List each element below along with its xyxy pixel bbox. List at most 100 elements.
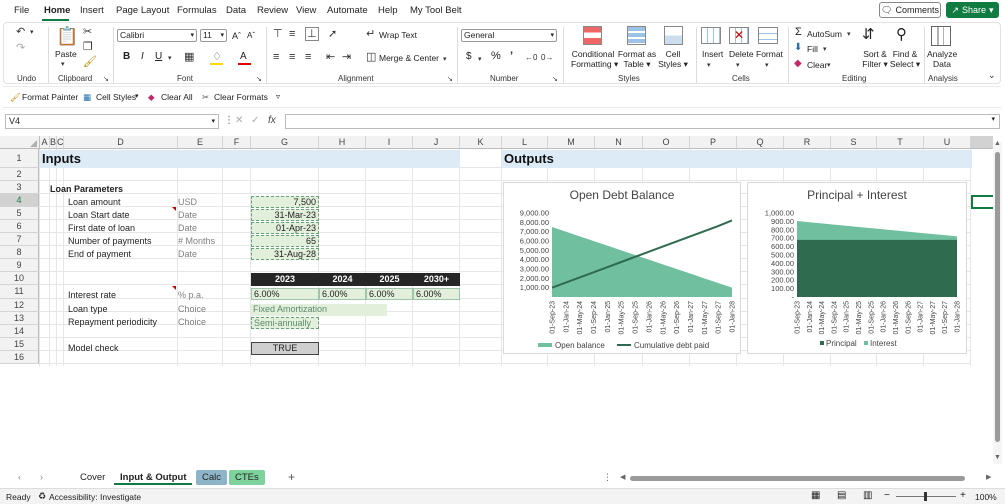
loan-parameters-heading[interactable]: Loan Parameters [50, 183, 123, 195]
chevron-down-icon[interactable]: ▾ [443, 54, 447, 66]
align-center-icon[interactable]: ≡ [289, 51, 295, 63]
share-button[interactable]: ↗ Share ▾ [946, 2, 999, 18]
outputs-title[interactable]: Outputs [502, 150, 972, 168]
menu-insert[interactable]: Insert [80, 5, 104, 16]
zoom-out-icon[interactable]: − [884, 490, 890, 501]
row-header-13[interactable]: 13 [0, 312, 39, 325]
interest-rate-unit[interactable]: % p.a. [178, 289, 204, 301]
zoom-slider-thumb[interactable] [924, 492, 927, 501]
customize-toolbar-icon[interactable]: ▿ [276, 92, 280, 101]
menu-view[interactable]: View [296, 5, 316, 16]
align-top-icon[interactable]: ⊤ [273, 28, 283, 40]
open-balance-area[interactable] [552, 227, 732, 297]
undo-icon[interactable]: ↶ [16, 26, 25, 38]
decrease-decimal-icon[interactable]: 0→ [541, 52, 553, 64]
column-header-a[interactable]: A [40, 136, 50, 149]
dialog-launcher-icon[interactable]: ↘ [552, 74, 558, 86]
row-header-10[interactable]: 10 [0, 272, 39, 285]
row-header-12[interactable]: 12 [0, 299, 39, 312]
param-unit[interactable]: # Months [178, 235, 215, 247]
cell-styles-icon[interactable] [664, 26, 683, 45]
dialog-launcher-icon[interactable]: ↘ [256, 74, 262, 86]
name-box[interactable]: V4 ▾ [5, 114, 219, 129]
row-header-5[interactable]: 5 [0, 207, 39, 220]
prev-sheet-icon[interactable]: ‹ [18, 472, 21, 482]
merge-center-icon[interactable]: ◫ [366, 51, 376, 63]
vertical-scrollbar[interactable]: ▲ ▼ [993, 140, 1002, 464]
menu-my-tool-belt[interactable]: My Tool Belt [410, 5, 462, 16]
column-header-d[interactable]: D [64, 136, 178, 149]
redo-icon[interactable]: ↷ [16, 42, 25, 54]
model-check-value[interactable]: TRUE [251, 342, 319, 355]
align-middle-icon[interactable]: ≡ [289, 28, 295, 40]
insert-button[interactable]: Insert [702, 49, 723, 59]
column-header-j[interactable]: J [413, 136, 460, 149]
cancel-icon[interactable]: ✕ [235, 115, 243, 126]
dialog-launcher-icon[interactable]: ↘ [447, 74, 453, 86]
chevron-down-icon[interactable]: ▾ [847, 29, 851, 41]
insert-cells-icon[interactable] [701, 27, 721, 44]
clear-all-button[interactable]: Clear All [161, 92, 193, 102]
column-header-c[interactable]: C [57, 136, 64, 149]
column-header-b[interactable]: B [50, 136, 57, 149]
find-icon[interactable]: ⚲ [896, 27, 907, 43]
conditional-formatting-button[interactable]: Conditional Formatting ▾ [571, 49, 618, 69]
clear-button[interactable]: Clear [807, 60, 827, 70]
menu-help[interactable]: Help [378, 5, 398, 16]
param-value-input[interactable]: 31-Mar-23 [251, 209, 319, 221]
increase-decimal-icon[interactable]: ←0 [525, 52, 537, 64]
param-unit[interactable]: Date [178, 248, 197, 260]
menu-formulas[interactable]: Formulas [177, 5, 217, 16]
zoom-in-icon[interactable]: + [960, 490, 966, 501]
column-header-t[interactable]: T [877, 136, 924, 149]
accessibility-icon[interactable]: ♻ [38, 491, 46, 502]
orientation-icon[interactable]: ➚ [328, 28, 337, 40]
param-label[interactable]: Loan amount [68, 196, 121, 208]
sheet-tab-input-output[interactable]: Input & Output [114, 470, 193, 485]
interest-rate-input[interactable]: 6.00% [413, 288, 460, 300]
page-break-view-icon[interactable]: ▥ [863, 490, 872, 501]
next-sheet-icon[interactable]: › [40, 472, 43, 482]
principal-area[interactable] [797, 239, 957, 297]
principal-interest-chart[interactable]: Principal + Interest 1,000.00 900.00 800.0… [747, 182, 967, 354]
clear-formats-icon[interactable]: ✂ [202, 92, 209, 103]
row-header-9[interactable]: 9 [0, 259, 39, 272]
sort-filter-icon[interactable]: ⇵ [862, 27, 875, 43]
delete-button[interactable]: Delete [729, 49, 754, 59]
menu-review[interactable]: Review [257, 5, 288, 16]
number-format-combo[interactable]: General ▾ [461, 29, 557, 42]
param-value-input[interactable]: 7,500 [251, 196, 319, 208]
column-header-v[interactable] [971, 136, 993, 149]
loan-type-input[interactable]: Fixed Amortization [251, 304, 387, 316]
year-header[interactable]: 2023 [251, 273, 319, 286]
menu-page-layout[interactable]: Page Layout [116, 5, 169, 16]
chevron-down-icon[interactable]: ▾ [823, 44, 827, 56]
repayment-periodicity-unit[interactable]: Choice [178, 316, 206, 328]
column-header-h[interactable]: H [319, 136, 366, 149]
sheet-tab-cover[interactable]: Cover [74, 470, 111, 485]
chevron-down-icon[interactable]: ▾ [736, 60, 740, 72]
repayment-periodicity-label[interactable]: Repayment periodicity [68, 316, 157, 328]
formula-input[interactable]: ▾ [285, 114, 1000, 129]
cell-styles-button[interactable]: Cell Styles ▾ [656, 49, 690, 69]
align-left-icon[interactable]: ≡ [273, 51, 279, 63]
loan-type-label[interactable]: Loan type [68, 303, 108, 315]
chevron-down-icon[interactable]: ▾ [135, 92, 139, 100]
fill-down-icon[interactable]: ⬇ [794, 42, 802, 54]
param-value-input[interactable]: 65 [251, 235, 319, 247]
interest-rate-input[interactable]: 6.00% [251, 288, 319, 300]
chevron-down-icon[interactable]: ▾ [168, 53, 172, 65]
row-header-7[interactable]: 7 [0, 233, 39, 246]
column-header-i[interactable]: I [366, 136, 413, 149]
font-color-icon[interactable]: A [240, 52, 247, 62]
vertical-scroll-thumb[interactable] [995, 152, 1000, 442]
column-header-k[interactable]: K [460, 136, 502, 149]
row-header-11[interactable]: 11 [0, 285, 39, 299]
row-header-1[interactable]: 1 [0, 149, 39, 168]
row-header-4[interactable]: 4 [0, 194, 39, 207]
comments-button[interactable]: 🗨 Comments [879, 2, 941, 18]
row-header-16[interactable]: 16 [0, 351, 39, 364]
column-header-m[interactable]: M [548, 136, 595, 149]
autosum-icon[interactable]: Σ [795, 27, 802, 38]
param-label[interactable]: Number of payments [68, 235, 152, 247]
